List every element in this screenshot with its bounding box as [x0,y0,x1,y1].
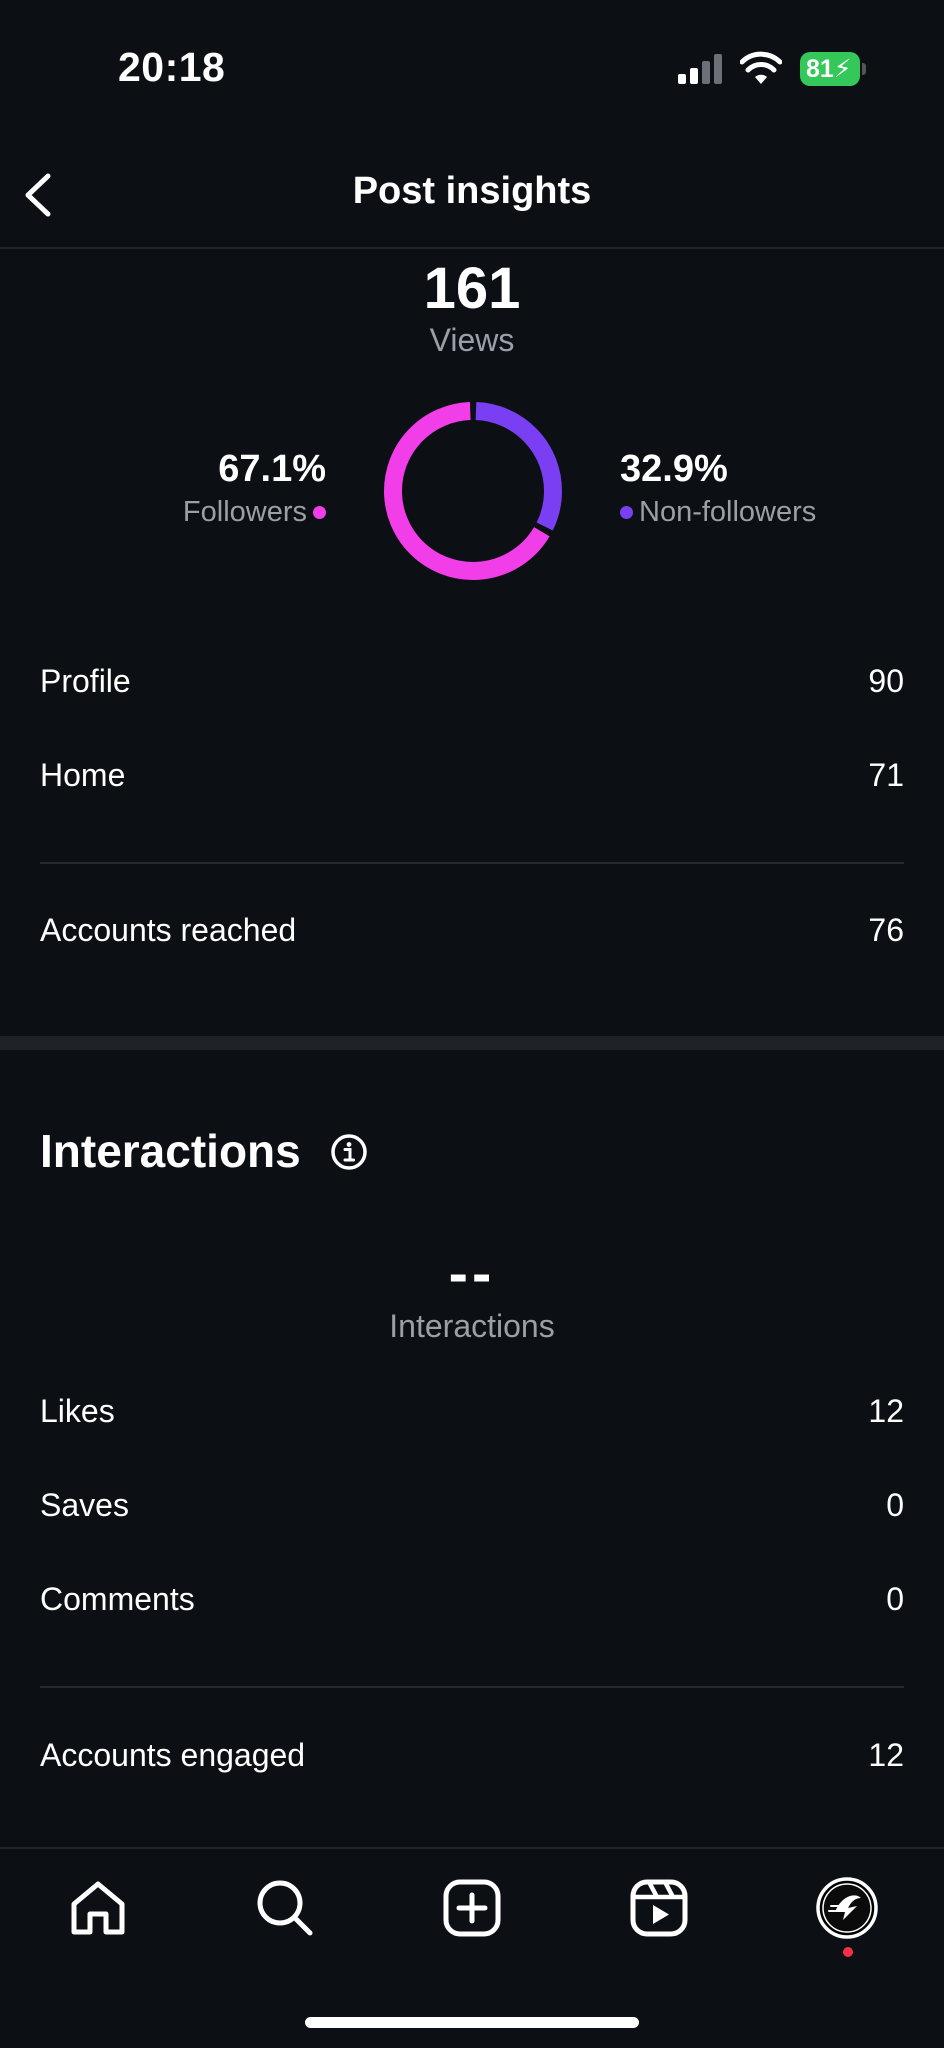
accounts-reached-value: 76 [868,912,904,948]
info-icon[interactable] [330,1133,368,1171]
saves-value: 0 [886,1487,904,1523]
cellular-signal-icon [678,54,722,84]
comments-value: 0 [886,1581,904,1617]
battery-level: 81 [806,55,834,83]
section-separator [0,1036,944,1050]
home-indicator[interactable] [305,2017,639,2028]
saves-label: Saves [40,1487,129,1523]
create-post-icon[interactable] [440,1876,504,1940]
status-time: 20:18 [118,44,226,90]
non-followers-dot-icon [620,506,633,519]
source-label-profile: Profile [40,663,131,699]
followers-dot-icon [313,506,326,519]
profile-avatar[interactable] [815,1876,879,1940]
interactions-label: Interactions [389,1308,555,1344]
source-value-home: 71 [868,757,904,793]
divider [40,1686,904,1688]
home-icon[interactable] [66,1876,130,1940]
search-icon[interactable] [253,1876,317,1940]
likes-value: 12 [868,1393,904,1429]
followers-label: Followers [182,496,307,528]
non-followers-percentage: 32.9% [620,448,728,490]
wifi-icon [740,51,782,84]
reels-icon[interactable] [627,1876,691,1940]
likes-label: Likes [40,1393,115,1429]
views-label: Views [429,322,515,358]
divider [40,862,904,864]
accounts-engaged-label: Accounts engaged [40,1737,306,1773]
followers-percentage: 67.1% [218,448,326,490]
page-title: Post insights [352,170,592,212]
non-followers-legend: Non-followers [620,496,816,529]
non-followers-label: Non-followers [639,496,817,528]
followers-legend: Followers [183,496,326,529]
views-donut-chart [384,402,562,580]
accounts-engaged-value: 12 [868,1737,904,1773]
source-value-profile: 90 [868,663,904,699]
battery-icon: 81⚡ [800,52,866,86]
header-divider [0,247,944,249]
views-count: 161 [423,256,521,321]
interactions-heading: Interactions [40,1125,301,1177]
accounts-reached-label: Accounts reached [40,912,297,948]
notification-dot [843,1947,853,1957]
comments-label: Comments [40,1581,195,1617]
tab-bar-divider [0,1847,944,1849]
source-label-home: Home [40,757,126,793]
interactions-count: -- [448,1241,496,1306]
